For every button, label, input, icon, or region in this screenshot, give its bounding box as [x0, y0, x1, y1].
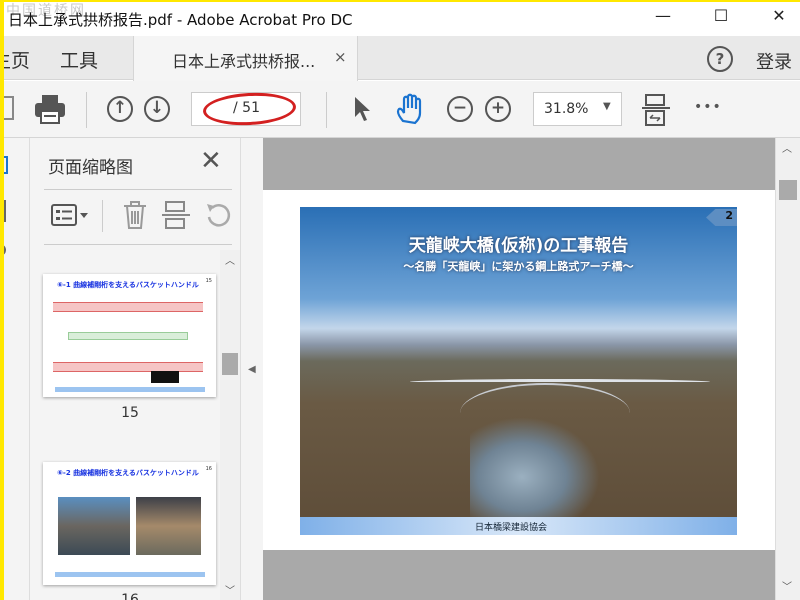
tab-bar: 主页 工具: [0, 36, 800, 80]
thumbnail-corner-number: 16: [205, 466, 212, 472]
minimize-button[interactable]: —: [648, 6, 678, 30]
rotate-page-icon[interactable]: [204, 200, 232, 230]
tab-document[interactable]: 日本上承式拱桥报... ×: [133, 36, 358, 81]
slide-image: 2 天龍峡大橋(仮称)の工事報告 ～名勝「天龍峡」に架かる鋼上路式アーチ橋～ 日…: [300, 207, 737, 535]
login-button[interactable]: 登录: [756, 48, 792, 74]
slide-footer: 日本橋梁建設協会: [300, 517, 737, 535]
slide-subtitle: ～名勝「天龍峡」に架かる鋼上路式アーチ橋～: [403, 260, 634, 273]
thumbnail-corner-number: 15: [205, 278, 212, 284]
slide-number: 2: [706, 209, 737, 226]
tab-home[interactable]: 主页: [0, 46, 30, 73]
thumbnail-title: ⑥-1 曲線補剛桁を支えるバスケットハンドル: [57, 281, 199, 289]
help-icon[interactable]: ?: [707, 46, 733, 72]
slide-title: 天龍峡大橋(仮称)の工事報告: [408, 236, 629, 256]
thumbnail-page-16[interactable]: ⑥-2 曲線補剛桁を支えるバスケットハンドル 16: [43, 462, 216, 585]
hand-tool-icon[interactable]: [395, 93, 425, 125]
thumbnail-page-number: 15: [121, 405, 139, 421]
thumbnail-list: ⑥-1 曲線補剛桁を支えるバスケットハンドル 15 15 ⑥-2 曲線補剛桁を支…: [40, 250, 220, 600]
thumbnail-page-15[interactable]: ⑥-1 曲線補剛桁を支えるバスケットハンドル 15: [43, 274, 216, 397]
print-icon[interactable]: [34, 94, 66, 124]
save-icon[interactable]: [4, 96, 14, 120]
title-bar: 中国道桥网 日本上承式拱桥报告.pdf - Adobe Acrobat Pro …: [0, 0, 800, 36]
scrollbar-thumb[interactable]: [779, 180, 797, 200]
page-thumbnails-icon[interactable]: [0, 156, 8, 174]
panel-title: 页面缩略图: [48, 158, 133, 178]
bookmarks-icon[interactable]: [0, 200, 6, 222]
window-title: 日本上承式拱桥报告.pdf - Adobe Acrobat Pro DC: [8, 11, 353, 29]
thumbnail-page-number: 16: [121, 592, 139, 600]
river: [470, 417, 600, 517]
chevron-down-icon[interactable]: ▼: [603, 101, 611, 112]
thumbnail-title: ⑥-2 曲線補剛桁を支えるバスケットハンドル: [57, 469, 199, 477]
scrollbar-thumb[interactable]: [222, 353, 238, 375]
document-scrollbar[interactable]: ︿ ﹀: [775, 138, 800, 600]
thumbnail-options-icon[interactable]: [50, 202, 90, 228]
zoom-level-value: 31.8%: [544, 101, 589, 117]
collapse-panel-icon[interactable]: ◀: [248, 364, 256, 375]
tab-tools[interactable]: 工具: [60, 46, 98, 73]
thumbnail-scrollbar[interactable]: ︿ ﹀: [220, 250, 240, 600]
close-tab-icon[interactable]: ×: [334, 48, 347, 66]
left-rail: [0, 138, 30, 600]
previous-page-icon[interactable]: ↑: [107, 96, 133, 122]
zoom-in-icon[interactable]: +: [485, 96, 511, 122]
more-tools-icon[interactable]: •••: [694, 99, 722, 115]
fit-page-icon[interactable]: [642, 93, 670, 127]
panel-splitter[interactable]: ◀: [240, 138, 263, 600]
insert-page-icon[interactable]: [162, 200, 190, 230]
delete-page-icon[interactable]: [122, 200, 148, 230]
organization-name: 日本橋梁建設協会: [475, 523, 548, 533]
bridge-arch: [460, 383, 630, 413]
attachments-icon[interactable]: [0, 244, 6, 256]
maximize-button[interactable]: ☐: [706, 6, 736, 30]
next-page-icon[interactable]: ↓: [144, 96, 170, 122]
zoom-out-icon[interactable]: −: [447, 96, 473, 122]
close-panel-icon[interactable]: ✕: [200, 146, 222, 176]
select-arrow-icon[interactable]: [352, 95, 372, 123]
document-tab-label: 日本上承式拱桥报...: [172, 52, 316, 71]
close-window-button[interactable]: ✕: [764, 6, 794, 30]
